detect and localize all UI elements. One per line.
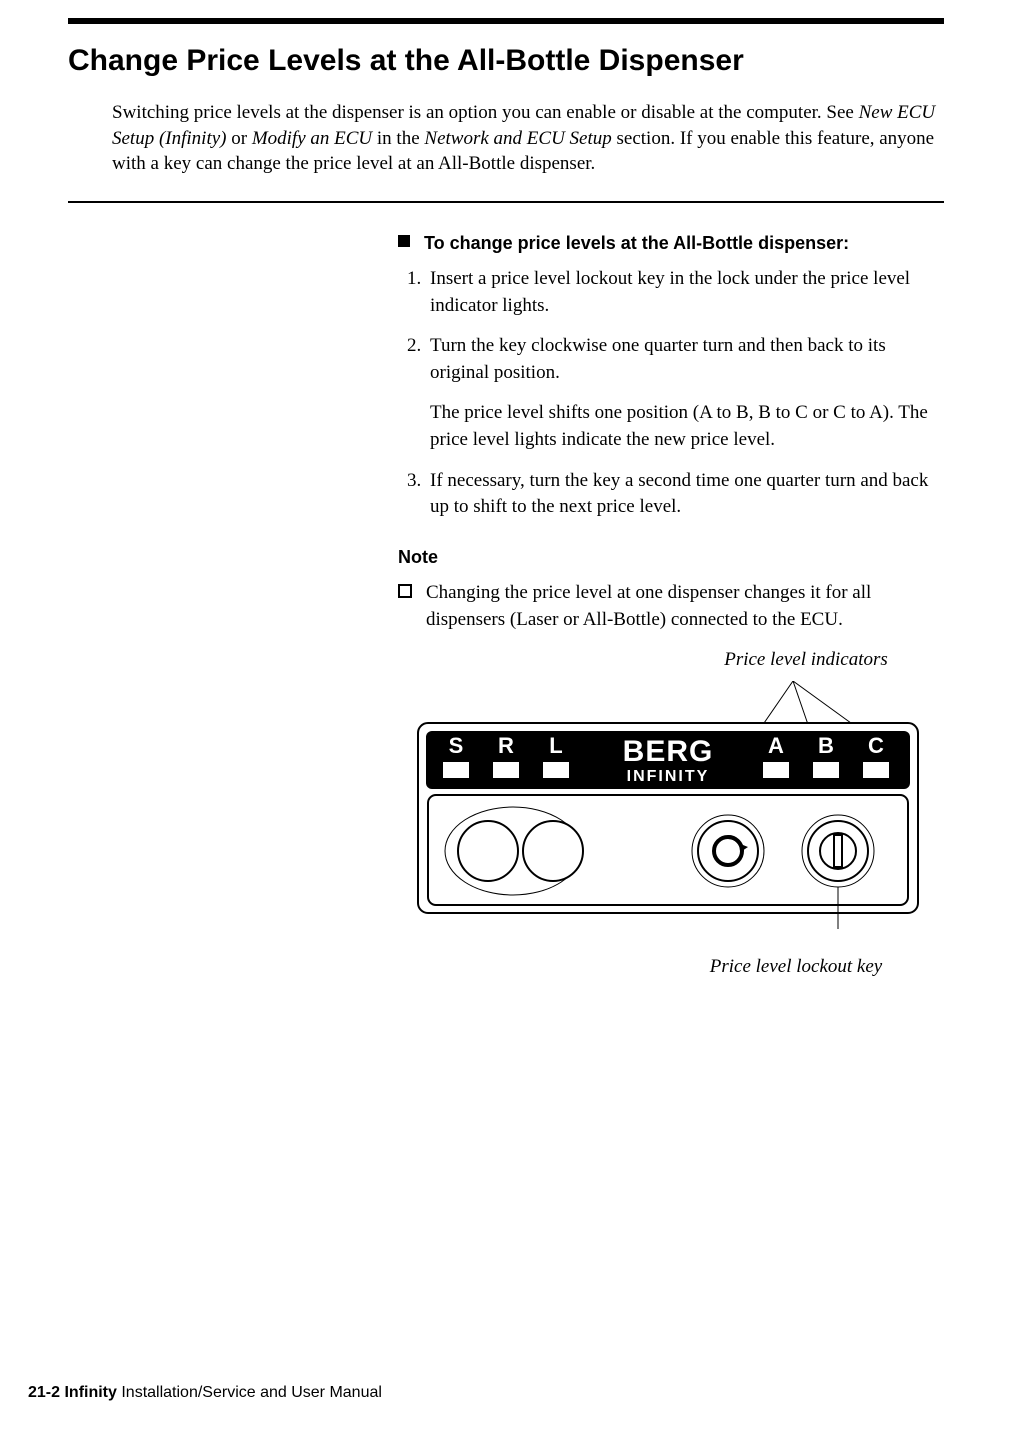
svg-text:B: B (818, 733, 834, 758)
svg-text:A: A (768, 733, 784, 758)
square-bullet-icon (398, 235, 410, 247)
top-rule (68, 18, 944, 24)
svg-text:L: L (549, 733, 562, 758)
callout-bottom: Price level lockout key (648, 954, 944, 981)
note-item: Changing the price level at one dispense… (398, 580, 944, 633)
step-item: If necessary, turn the key a second time… (426, 468, 944, 521)
svg-text:INFINITY: INFINITY (627, 768, 710, 785)
steps-list: Insert a price level lockout key in the … (398, 266, 944, 521)
page-title: Change Price Levels at the All-Bottle Di… (68, 40, 944, 82)
svg-text:C: C (868, 733, 884, 758)
svg-text:BERG: BERG (623, 735, 714, 768)
section-rule (68, 201, 944, 203)
intro-paragraph: Switching price levels at the dispenser … (112, 100, 944, 177)
task-heading: To change price levels at the All-Bottle… (398, 231, 944, 256)
dispenser-svg: S R L BERG INFINITY A B C (398, 681, 938, 941)
note-list: Changing the price level at one dispense… (398, 580, 944, 633)
note-heading: Note (398, 545, 944, 570)
svg-text:R: R (498, 733, 514, 758)
svg-text:S: S (449, 733, 464, 758)
hollow-square-icon (398, 584, 412, 598)
step-item: Insert a price level lockout key in the … (426, 266, 944, 319)
callout-top: Price level indicators (686, 647, 926, 674)
dispenser-diagram: Price level indicators S R L (398, 681, 944, 981)
step-item: Turn the key clockwise one quarter turn … (426, 333, 944, 453)
page-footer: 21-2 Infinity Installation/Service and U… (28, 1382, 382, 1404)
